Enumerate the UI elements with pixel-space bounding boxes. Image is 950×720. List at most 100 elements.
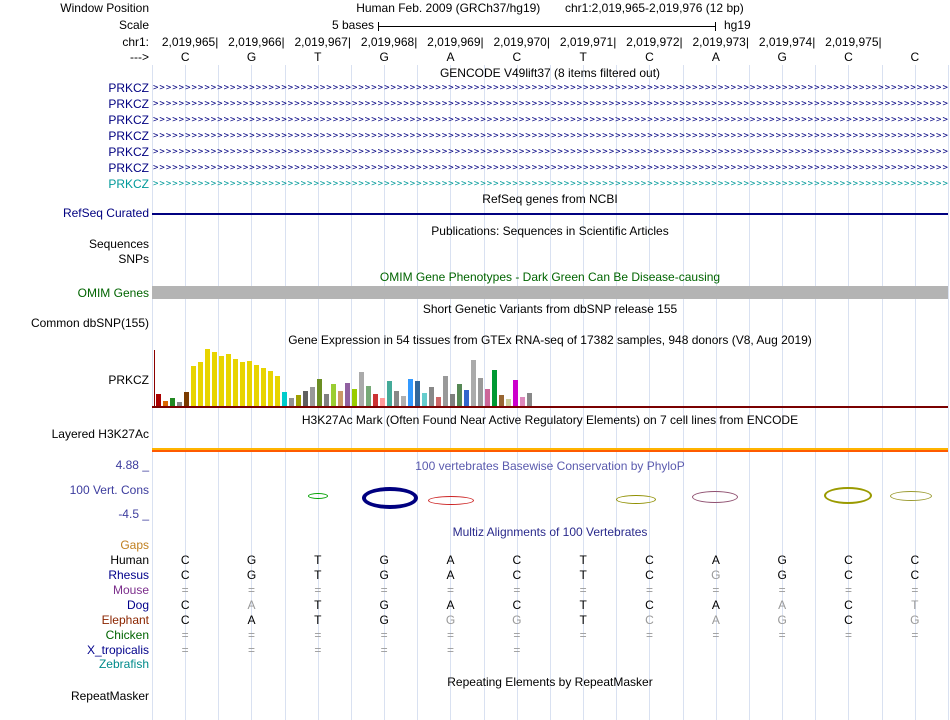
expression-bar[interactable] [366, 386, 371, 406]
refseq-track-label[interactable]: RefSeq Curated [0, 207, 149, 220]
expression-bar[interactable] [527, 393, 532, 406]
expression-bar[interactable] [233, 359, 238, 406]
gene-model-row[interactable]: >>>>>>>>>>>>>>>>>>>>>>>>>>>>>>>>>>>>>>>>… [153, 82, 948, 95]
expression-bar[interactable] [513, 380, 518, 406]
conservation-mark [692, 491, 738, 503]
alignment-base: = [247, 583, 255, 597]
alignment-base: G [445, 613, 456, 627]
expression-bar[interactable] [464, 390, 469, 406]
sequences-track-label[interactable]: Sequences [0, 238, 149, 251]
expression-bar[interactable] [373, 394, 378, 406]
expression-bar[interactable] [422, 393, 427, 406]
expression-bar[interactable] [156, 394, 161, 406]
repeatmasker-track-label[interactable]: RepeatMasker [0, 690, 149, 703]
alignment-base: = [314, 628, 322, 642]
expression-bar[interactable] [394, 391, 399, 406]
expression-bar[interactable] [226, 354, 231, 406]
expression-bar[interactable] [457, 384, 462, 406]
gene-label-prkcz[interactable]: PRKCZ [0, 146, 149, 159]
omim-gene-bar[interactable] [152, 286, 948, 299]
expression-bar[interactable] [254, 365, 259, 406]
expression-bar[interactable] [191, 366, 196, 406]
expression-bar[interactable] [450, 394, 455, 406]
expression-bar[interactable] [387, 381, 392, 406]
snps-track-label[interactable]: SNPs [0, 253, 149, 266]
expression-bar[interactable] [247, 361, 252, 406]
species-label-x-tropicalis[interactable]: X_tropicalis [0, 644, 149, 657]
species-label-zebrafish[interactable]: Zebrafish [0, 658, 149, 671]
expression-bar[interactable] [401, 396, 406, 406]
expression-bar[interactable] [359, 372, 364, 406]
expression-bar[interactable] [478, 378, 483, 406]
species-label-elephant[interactable]: Elephant [0, 614, 149, 627]
species-label-dog[interactable]: Dog [0, 599, 149, 612]
expression-bar[interactable] [380, 398, 385, 406]
dbsnp-track-label[interactable]: Common dbSNP(155) [0, 317, 149, 330]
expression-bar[interactable] [338, 391, 343, 406]
gene-label-prkcz[interactable]: PRKCZ [0, 114, 149, 127]
expression-bar[interactable] [170, 398, 175, 406]
gtex-track-label[interactable]: PRKCZ [0, 374, 149, 387]
gene-model-row[interactable]: >>>>>>>>>>>>>>>>>>>>>>>>>>>>>>>>>>>>>>>>… [153, 146, 948, 159]
species-label-human[interactable]: Human [0, 554, 149, 567]
gene-model-row[interactable]: >>>>>>>>>>>>>>>>>>>>>>>>>>>>>>>>>>>>>>>>… [153, 114, 948, 127]
expression-bar[interactable] [492, 370, 497, 406]
omim-track-label[interactable]: OMIM Genes [0, 287, 149, 300]
genome-browser: Window Position Human Feb. 2009 (GRCh37/… [0, 0, 950, 720]
phylop-min-label: -4.5 _ [118, 507, 149, 521]
expression-bar[interactable] [429, 387, 434, 406]
alignment-base: C [512, 553, 522, 567]
refseq-gene-line[interactable] [152, 213, 948, 215]
gene-model-row[interactable]: >>>>>>>>>>>>>>>>>>>>>>>>>>>>>>>>>>>>>>>>… [153, 178, 948, 191]
alignment-base: C [645, 568, 654, 582]
alignment-base: = [645, 583, 653, 597]
expression-bar[interactable] [198, 362, 203, 406]
gene-model-row[interactable]: >>>>>>>>>>>>>>>>>>>>>>>>>>>>>>>>>>>>>>>>… [153, 130, 948, 143]
gene-label-prkcz[interactable]: PRKCZ [0, 130, 149, 143]
expression-bar[interactable] [331, 384, 336, 406]
species-label-rhesus[interactable]: Rhesus [0, 569, 149, 582]
expression-bar[interactable] [443, 376, 448, 406]
alignment-base: A [711, 598, 720, 612]
expression-bar[interactable] [310, 387, 315, 406]
gene-label-prkcz[interactable]: PRKCZ [0, 178, 149, 191]
gene-label-prkcz[interactable]: PRKCZ [0, 82, 149, 95]
expression-bar[interactable] [289, 398, 294, 406]
expression-bar[interactable] [352, 389, 357, 406]
alignment-base: T [579, 568, 587, 582]
alignment-base: C [645, 598, 654, 612]
expression-bar[interactable] [408, 379, 413, 406]
expression-bar[interactable] [184, 392, 189, 406]
repeatmasker-title: Repeating Elements by RepeatMasker [447, 675, 653, 689]
expression-bar[interactable] [219, 356, 224, 406]
species-label-chicken[interactable]: Chicken [0, 629, 149, 642]
h3k27ac-track-label[interactable]: Layered H3K27Ac [0, 428, 149, 441]
gene-model-row[interactable]: >>>>>>>>>>>>>>>>>>>>>>>>>>>>>>>>>>>>>>>>… [153, 162, 948, 175]
expression-bar[interactable] [296, 395, 301, 406]
expression-bar[interactable] [261, 368, 266, 406]
gene-label-prkcz[interactable]: PRKCZ [0, 98, 149, 111]
expression-bar[interactable] [303, 391, 308, 406]
expression-bar[interactable] [317, 379, 322, 406]
species-label-mouse[interactable]: Mouse [0, 584, 149, 597]
expression-bar[interactable] [212, 352, 217, 406]
expression-bar[interactable] [324, 394, 329, 406]
expression-bar[interactable] [240, 362, 245, 406]
expression-bar[interactable] [499, 395, 504, 406]
expression-bar[interactable] [205, 349, 210, 406]
expression-bar[interactable] [268, 371, 273, 406]
expression-bar[interactable] [436, 397, 441, 406]
phylop-track-label[interactable]: 100 Vert. Cons [0, 484, 149, 497]
expression-bar[interactable] [471, 360, 476, 406]
species-label-gaps[interactable]: Gaps [0, 539, 149, 552]
expression-bar[interactable] [415, 381, 420, 406]
h3k27ac-signal[interactable] [152, 448, 948, 452]
expression-bar[interactable] [520, 397, 525, 406]
gene-label-prkcz[interactable]: PRKCZ [0, 162, 149, 175]
gene-model-row[interactable]: >>>>>>>>>>>>>>>>>>>>>>>>>>>>>>>>>>>>>>>>… [153, 98, 948, 111]
expression-bar[interactable] [506, 399, 511, 406]
expression-bar[interactable] [275, 376, 280, 406]
expression-bar[interactable] [485, 389, 490, 406]
expression-bar[interactable] [345, 383, 350, 406]
expression-bar[interactable] [282, 392, 287, 406]
